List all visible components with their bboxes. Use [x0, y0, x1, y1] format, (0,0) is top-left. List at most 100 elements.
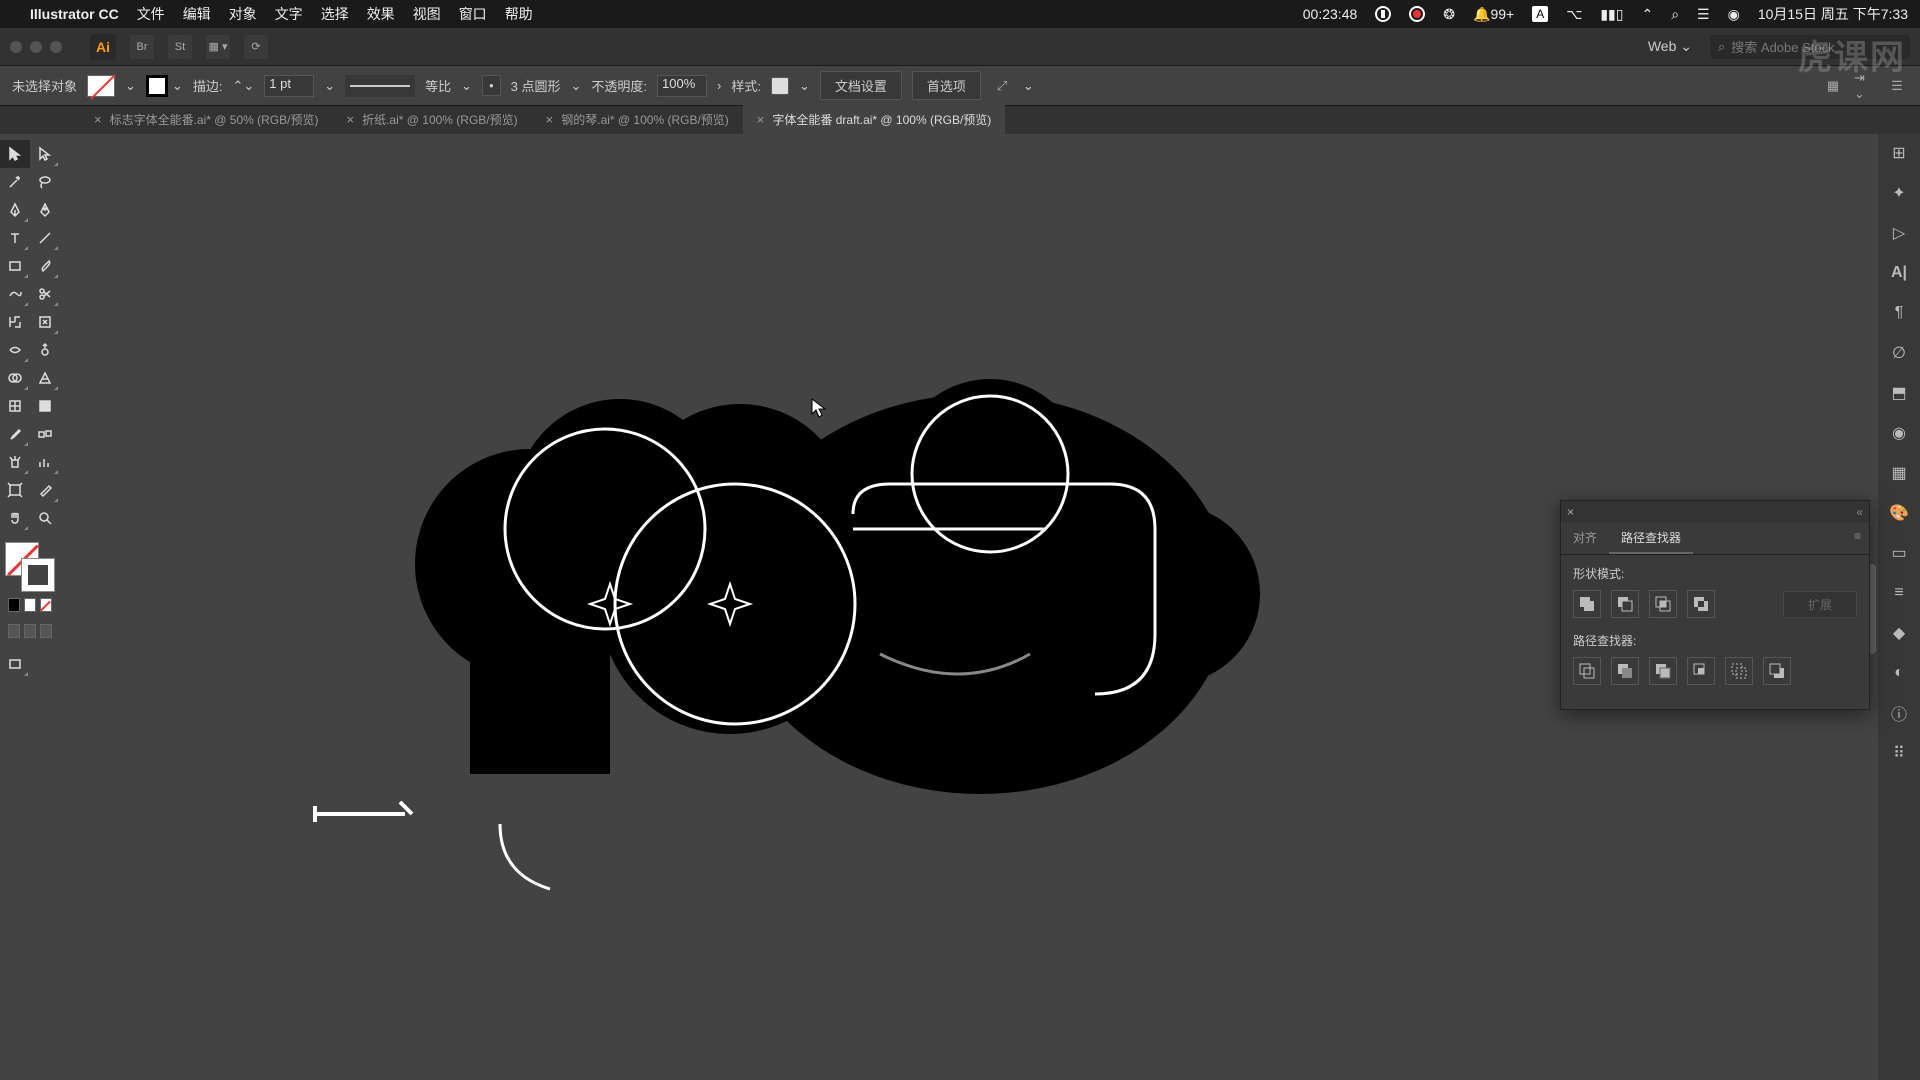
- paragraph-panel-icon[interactable]: ¶: [1886, 300, 1912, 326]
- control-center-icon[interactable]: ☰: [1697, 6, 1710, 23]
- line-tool[interactable]: [30, 224, 60, 252]
- arrange-icon[interactable]: ▦ ▾: [206, 35, 230, 59]
- symbol-sprayer-tool[interactable]: [0, 448, 30, 476]
- notification-icon[interactable]: 🔔99+: [1473, 6, 1514, 23]
- menu-effect[interactable]: 效果: [367, 4, 395, 24]
- menu-file[interactable]: 文件: [137, 4, 165, 24]
- tab-2[interactable]: ×钢的琴.ai* @ 100% (RGB/预览): [532, 105, 743, 134]
- expand-button[interactable]: 扩展: [1783, 591, 1857, 618]
- hand-tool[interactable]: [0, 504, 30, 532]
- menu-view[interactable]: 视图: [413, 4, 441, 24]
- shaper-tool[interactable]: [0, 280, 30, 308]
- bluetooth-icon[interactable]: ⌥: [1566, 6, 1582, 23]
- panel-close-icon[interactable]: ×: [1567, 505, 1574, 519]
- draw-inside[interactable]: [40, 624, 52, 638]
- stroke-dropdown[interactable]: ⌄: [172, 78, 183, 94]
- brush-def[interactable]: 3 点圆形: [511, 76, 561, 95]
- siri-icon[interactable]: ◉: [1728, 6, 1740, 23]
- width-tool[interactable]: [0, 336, 30, 364]
- gradient-tool[interactable]: [30, 392, 60, 420]
- color-mode-solid[interactable]: [8, 598, 20, 612]
- draw-behind[interactable]: [24, 624, 36, 638]
- app-name[interactable]: Illustrator CC: [30, 6, 119, 22]
- selection-tool[interactable]: [0, 140, 30, 168]
- record-icon[interactable]: [1409, 6, 1425, 22]
- slice-tool[interactable]: [30, 476, 60, 504]
- zoom-tool[interactable]: [30, 504, 60, 532]
- menu-select[interactable]: 选择: [321, 4, 349, 24]
- artboards-panel-icon[interactable]: ◐: [1886, 660, 1912, 686]
- stroke-stepper[interactable]: ⌃⌄: [232, 78, 254, 94]
- intersect-button[interactable]: [1649, 590, 1677, 618]
- battery-icon[interactable]: ▮▮▯: [1600, 6, 1623, 23]
- close-icon[interactable]: ×: [757, 112, 765, 127]
- draw-normal[interactable]: [8, 624, 20, 638]
- wechat-icon[interactable]: ❂: [1443, 6, 1455, 23]
- menu-help[interactable]: 帮助: [505, 4, 533, 24]
- input-method-icon[interactable]: A: [1532, 6, 1548, 22]
- actions-panel-icon[interactable]: ▷: [1886, 220, 1912, 246]
- close-icon[interactable]: ×: [346, 112, 354, 127]
- panel-menu-icon[interactable]: ≡: [1846, 523, 1869, 554]
- tab-align[interactable]: 对齐: [1561, 523, 1609, 554]
- perspective-tool[interactable]: [30, 364, 60, 392]
- stroke-swatch[interactable]: [146, 75, 168, 97]
- menu-window[interactable]: 窗口: [459, 4, 487, 24]
- isolate-icon[interactable]: ⤢: [991, 75, 1013, 97]
- color-mode-none[interactable]: [40, 598, 52, 612]
- blend-tool[interactable]: [30, 420, 60, 448]
- tab-3[interactable]: ×字体全能番 draft.ai* @ 100% (RGB/预览): [743, 105, 1006, 134]
- trim-button[interactable]: [1611, 657, 1639, 685]
- align-panel-icon[interactable]: ≡: [1886, 580, 1912, 606]
- style-swatch[interactable]: [771, 77, 789, 95]
- gpu-icon[interactable]: ⟳: [244, 35, 268, 59]
- layers-panel-icon[interactable]: ◆: [1886, 620, 1912, 646]
- shape-builder-tool[interactable]: [0, 364, 30, 392]
- stroke-indicator[interactable]: [21, 558, 55, 592]
- fill-dropdown[interactable]: ⌄: [125, 78, 136, 94]
- clock[interactable]: 10月15日 周五 下午7:33: [1758, 4, 1908, 24]
- color-mode-gradient[interactable]: [24, 598, 36, 612]
- color-panel-icon[interactable]: 🎨: [1886, 500, 1912, 526]
- eyedropper-tool[interactable]: [0, 420, 30, 448]
- close-icon[interactable]: ×: [94, 112, 102, 127]
- reflect-tool[interactable]: [30, 308, 60, 336]
- scissors-tool[interactable]: [30, 280, 60, 308]
- curvature-tool[interactable]: [30, 196, 60, 224]
- close-icon[interactable]: ×: [546, 112, 554, 127]
- rectangle-tool[interactable]: [0, 252, 30, 280]
- pause-icon[interactable]: [1375, 6, 1391, 22]
- pattern-panel-icon[interactable]: ⠿: [1886, 740, 1912, 766]
- libraries-panel-icon[interactable]: ✦: [1886, 180, 1912, 206]
- glyphs-panel-icon[interactable]: ∅: [1886, 340, 1912, 366]
- lasso-tool[interactable]: [30, 168, 60, 196]
- crop-button[interactable]: [1687, 657, 1715, 685]
- profile-label[interactable]: 等比: [425, 76, 451, 95]
- document-panel-icon[interactable]: ▭: [1886, 540, 1912, 566]
- unite-button[interactable]: [1573, 590, 1601, 618]
- preferences-button[interactable]: 首选项: [912, 71, 981, 100]
- appearance-panel-icon[interactable]: ◉: [1886, 420, 1912, 446]
- merge-button[interactable]: [1649, 657, 1677, 685]
- panel-collapse-icon[interactable]: «: [1856, 505, 1863, 519]
- tab-1[interactable]: ×折纸.ai* @ 100% (RGB/预览): [332, 105, 531, 134]
- paintbrush-tool[interactable]: [30, 252, 60, 280]
- menu-type[interactable]: 文字: [275, 4, 303, 24]
- tab-0[interactable]: ×标志字体全能番.ai* @ 50% (RGB/预览): [80, 105, 332, 134]
- divide-button[interactable]: [1573, 657, 1601, 685]
- rotate-tool[interactable]: [0, 308, 30, 336]
- free-transform-tool[interactable]: [30, 336, 60, 364]
- minus-back-button[interactable]: [1763, 657, 1791, 685]
- brush-preview[interactable]: •: [482, 75, 501, 96]
- column-graph-tool[interactable]: [30, 448, 60, 476]
- wifi-icon[interactable]: ⌃: [1641, 6, 1653, 23]
- artboard-tool[interactable]: [0, 476, 30, 504]
- outline-button[interactable]: [1725, 657, 1753, 685]
- stroke-profile-preview[interactable]: [345, 75, 415, 97]
- pen-tool[interactable]: [0, 196, 30, 224]
- links-panel-icon[interactable]: ⬒: [1886, 380, 1912, 406]
- fill-swatch[interactable]: [87, 75, 115, 97]
- stroke-weight-input[interactable]: 1 pt: [264, 75, 314, 97]
- properties-panel-icon[interactable]: ⊞: [1886, 140, 1912, 166]
- type-tool[interactable]: [0, 224, 30, 252]
